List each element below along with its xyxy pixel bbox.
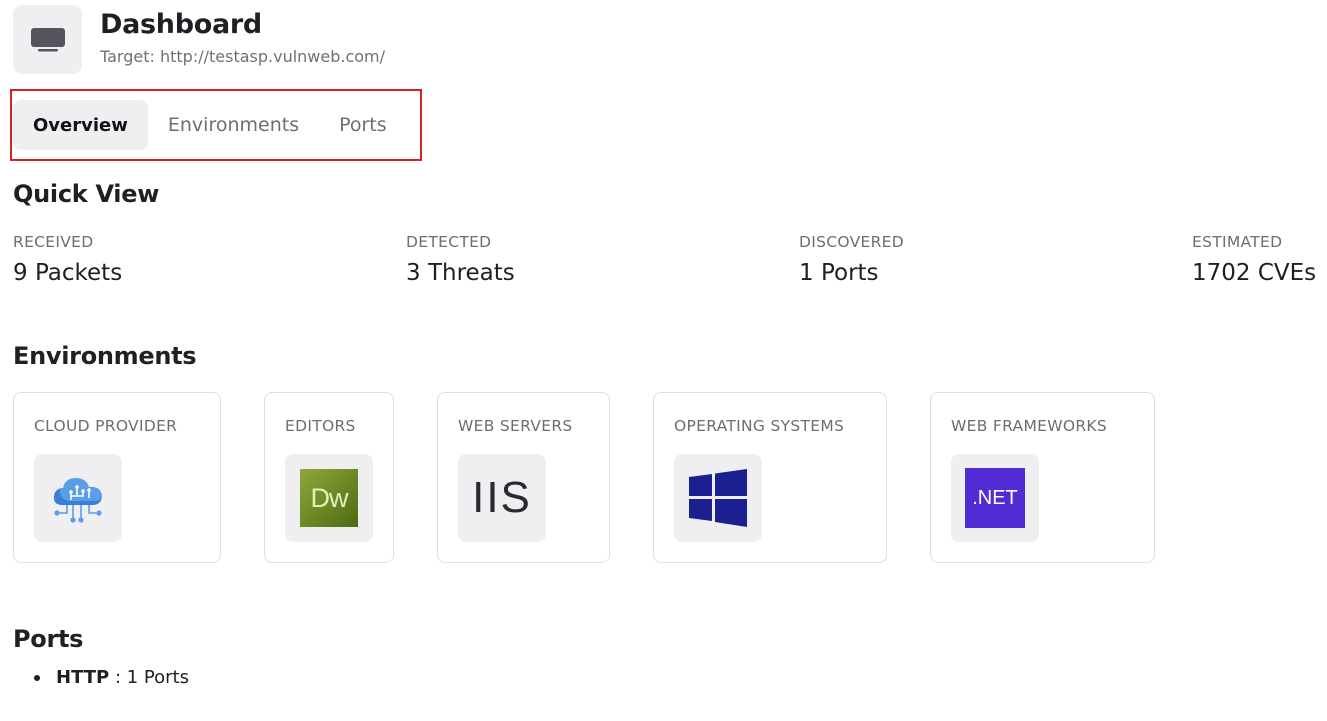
stat-discovered: DISCOVERED 1 Ports bbox=[799, 233, 904, 286]
target-url: Target: http://testasp.vulnweb.com/ bbox=[100, 47, 386, 66]
iis-logo-text: IIS bbox=[472, 473, 532, 522]
stat-label: DETECTED bbox=[406, 233, 492, 251]
env-card-label: WEB FRAMEWORKS bbox=[951, 417, 1108, 435]
stat-label: RECEIVED bbox=[13, 233, 94, 251]
monitor-icon bbox=[13, 5, 82, 74]
stat-value: 9 Packets bbox=[13, 260, 123, 286]
stat-value: 3 Threats bbox=[406, 260, 515, 286]
dreamweaver-logo: Dw bbox=[285, 454, 373, 542]
stat-detected: DETECTED 3 Threats bbox=[406, 233, 515, 286]
port-detail: : 1 Ports bbox=[109, 667, 189, 688]
stat-value: 1702 CVEs bbox=[1192, 260, 1317, 286]
env-card-editors[interactable]: EDITORS Dw bbox=[264, 392, 394, 563]
port-name: HTTP bbox=[56, 667, 110, 688]
cloud-network-icon bbox=[34, 454, 122, 542]
env-card-cloud-provider[interactable]: CLOUD PROVIDER bbox=[13, 392, 221, 563]
bullet-icon bbox=[34, 674, 40, 681]
stat-label: ESTIMATED bbox=[1192, 233, 1283, 251]
dreamweaver-logo-text: Dw bbox=[310, 482, 349, 513]
env-card-web-frameworks[interactable]: WEB FRAMEWORKS .NET bbox=[930, 392, 1155, 563]
ports-list: HTTP : 1 Ports bbox=[13, 667, 189, 688]
iis-logo: IIS bbox=[458, 454, 546, 542]
quick-view-heading: Quick View bbox=[13, 180, 160, 208]
stat-estimated: ESTIMATED 1702 CVEs bbox=[1192, 233, 1316, 286]
page-title: Dashboard bbox=[100, 9, 262, 40]
env-card-label: WEB SERVERS bbox=[458, 417, 573, 435]
tab-ports[interactable]: Ports bbox=[319, 100, 407, 150]
env-card-label: CLOUD PROVIDER bbox=[34, 417, 178, 435]
dotnet-logo-text: .NET bbox=[972, 486, 1018, 509]
dotnet-logo: .NET bbox=[951, 454, 1039, 542]
ports-heading: Ports bbox=[13, 625, 84, 653]
env-card-label: OPERATING SYSTEMS bbox=[674, 417, 845, 435]
environments-heading: Environments bbox=[13, 342, 197, 370]
tab-environments[interactable]: Environments bbox=[148, 100, 319, 150]
tab-bar: Overview Environments Ports bbox=[13, 100, 407, 150]
stat-label: DISCOVERED bbox=[799, 233, 904, 251]
list-item: HTTP : 1 Ports bbox=[13, 667, 189, 688]
env-card-operating-systems[interactable]: OPERATING SYSTEMS bbox=[653, 392, 887, 563]
stat-value: 1 Ports bbox=[799, 260, 879, 286]
stat-received: RECEIVED 9 Packets bbox=[13, 233, 122, 286]
windows-logo bbox=[674, 454, 762, 542]
env-card-web-servers[interactable]: WEB SERVERS IIS bbox=[437, 392, 610, 563]
tab-overview[interactable]: Overview bbox=[13, 100, 148, 150]
env-card-label: EDITORS bbox=[285, 417, 356, 435]
